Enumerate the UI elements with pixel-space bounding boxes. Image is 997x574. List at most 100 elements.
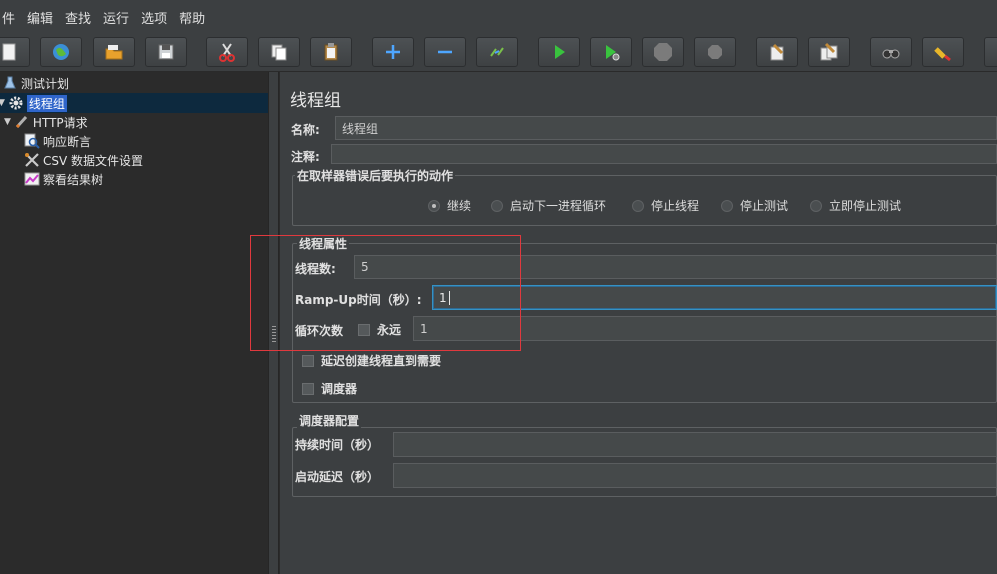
radio-dot xyxy=(810,199,822,212)
save-icon xyxy=(158,44,174,60)
paste-icon xyxy=(324,43,338,61)
menu-bar: 件 编辑 查找 运行 选项 帮助 xyxy=(0,0,997,34)
tree-node-thread-group[interactable]: ▼ 线程组 xyxy=(0,94,67,112)
clear-button[interactable] xyxy=(756,37,798,67)
tree-node-csv-data-set[interactable]: CSV 数据文件设置 xyxy=(24,151,143,169)
delay-create-checkbox[interactable]: 延迟创建线程直到需要 xyxy=(302,352,441,369)
search-icon xyxy=(882,49,900,59)
comment-label: 注释: xyxy=(291,150,320,164)
radio-stop-test-now[interactable]: 立即停止测试 xyxy=(810,197,901,214)
search-button[interactable] xyxy=(870,37,912,67)
expand-icon xyxy=(386,45,400,59)
shutdown-button[interactable] xyxy=(694,37,736,67)
new-icon xyxy=(2,43,16,61)
startup-delay-input[interactable] xyxy=(393,463,997,488)
tree-node-response-assertion[interactable]: 响应断言 xyxy=(24,132,91,150)
start-no-pause-icon xyxy=(606,45,620,61)
error-action-title: 在取样器错误后要执行的动作 xyxy=(295,167,456,184)
stop-icon xyxy=(654,43,672,61)
tree-node-test-plan[interactable]: 测试计划 xyxy=(2,74,69,92)
startup-delay-label: 启动延迟（秒） xyxy=(295,470,380,484)
tree-node-label: 线程组 xyxy=(26,94,67,112)
extra-button[interactable] xyxy=(984,37,997,67)
start-no-pause-button[interactable] xyxy=(590,37,632,67)
tree-node-label: 察看结果树 xyxy=(43,172,104,187)
copy-icon xyxy=(271,44,287,61)
tree-node-label: 测试计划 xyxy=(21,76,70,91)
new-button[interactable] xyxy=(0,37,30,67)
duration-input[interactable] xyxy=(393,432,997,457)
paste-button[interactable] xyxy=(310,37,352,67)
checkbox-box xyxy=(302,382,314,395)
clear-all-button[interactable] xyxy=(808,37,850,67)
radio-dot xyxy=(491,199,503,212)
menu-search[interactable]: 查找 xyxy=(59,8,97,27)
reset-search-icon xyxy=(934,47,951,62)
menu-file[interactable]: 件 xyxy=(0,8,21,27)
scheduler-label: 调度器 xyxy=(321,382,358,396)
test-plan-tree: 测试计划 ▼ 线程组 ▼ HTTP请求 响应断言 CSV 数据文件设置 察看结果… xyxy=(0,72,268,574)
expand-arrow-icon: ▼ xyxy=(0,98,5,108)
reset-search-button[interactable] xyxy=(922,37,964,67)
tree-node-view-results-tree[interactable]: 察看结果树 xyxy=(24,170,103,188)
radio-start-next-loop[interactable]: 启动下一进程循环 xyxy=(491,197,606,214)
toggle-icon xyxy=(490,47,504,57)
start-icon xyxy=(555,45,565,59)
name-label: 名称: xyxy=(291,123,320,137)
pen-icon xyxy=(14,114,30,130)
tree-node-label: 响应断言 xyxy=(43,134,92,149)
cut-icon xyxy=(219,43,235,62)
chart-icon xyxy=(24,171,40,187)
duration-label: 持续时间（秒） xyxy=(295,438,380,452)
annotation-highlight-box xyxy=(250,235,521,351)
radio-dot-selected xyxy=(428,199,440,212)
menu-options[interactable]: 选项 xyxy=(135,8,173,27)
scheduler-config-title: 调度器配置 xyxy=(297,412,362,429)
shutdown-icon xyxy=(708,45,722,59)
radio-label: 停止测试 xyxy=(740,199,789,213)
name-input[interactable]: 线程组 xyxy=(335,116,997,140)
radio-label: 继续 xyxy=(447,199,472,213)
clear-icon xyxy=(770,43,784,61)
cut-button[interactable] xyxy=(206,37,248,67)
open-icon xyxy=(105,45,123,60)
tree-node-http-request[interactable]: ▼ HTTP请求 xyxy=(4,113,88,131)
delay-create-label: 延迟创建线程直到需要 xyxy=(321,354,442,368)
collapse-button[interactable] xyxy=(424,37,466,67)
clear-all-icon xyxy=(820,42,838,61)
radio-dot xyxy=(721,199,733,212)
radio-label: 停止线程 xyxy=(651,199,700,213)
copy-button[interactable] xyxy=(258,37,300,67)
collapse-icon xyxy=(438,50,452,54)
magnifier-icon xyxy=(24,133,40,149)
templates-button[interactable] xyxy=(40,37,82,67)
page-title: 线程组 xyxy=(290,91,341,111)
open-button[interactable] xyxy=(93,37,135,67)
start-button[interactable] xyxy=(538,37,580,67)
menu-help[interactable]: 帮助 xyxy=(173,8,211,27)
radio-dot xyxy=(632,199,644,212)
expand-arrow-icon: ▼ xyxy=(4,117,11,127)
radio-stop-thread[interactable]: 停止线程 xyxy=(632,197,699,214)
menu-run[interactable]: 运行 xyxy=(97,8,135,27)
scheduler-checkbox[interactable]: 调度器 xyxy=(302,380,357,397)
tools-icon xyxy=(24,152,40,168)
name-input-value: 线程组 xyxy=(342,121,379,136)
radio-continue[interactable]: 继续 xyxy=(428,197,471,214)
radio-label: 启动下一进程循环 xyxy=(510,199,607,213)
tree-node-label: HTTP请求 xyxy=(32,115,88,130)
menu-edit[interactable]: 编辑 xyxy=(21,8,59,27)
radio-stop-test[interactable]: 停止测试 xyxy=(721,197,788,214)
toggle-button[interactable] xyxy=(476,37,518,67)
stop-button[interactable] xyxy=(642,37,684,67)
checkbox-box xyxy=(302,354,314,367)
test-plan-icon xyxy=(2,75,18,91)
save-button[interactable] xyxy=(145,37,187,67)
radio-label: 立即停止测试 xyxy=(829,199,902,213)
gear-icon xyxy=(8,95,24,111)
expand-button[interactable] xyxy=(372,37,414,67)
comment-input[interactable] xyxy=(331,144,997,164)
templates-icon xyxy=(53,44,69,60)
toolbar xyxy=(0,34,997,72)
tree-node-label: CSV 数据文件设置 xyxy=(43,153,144,168)
